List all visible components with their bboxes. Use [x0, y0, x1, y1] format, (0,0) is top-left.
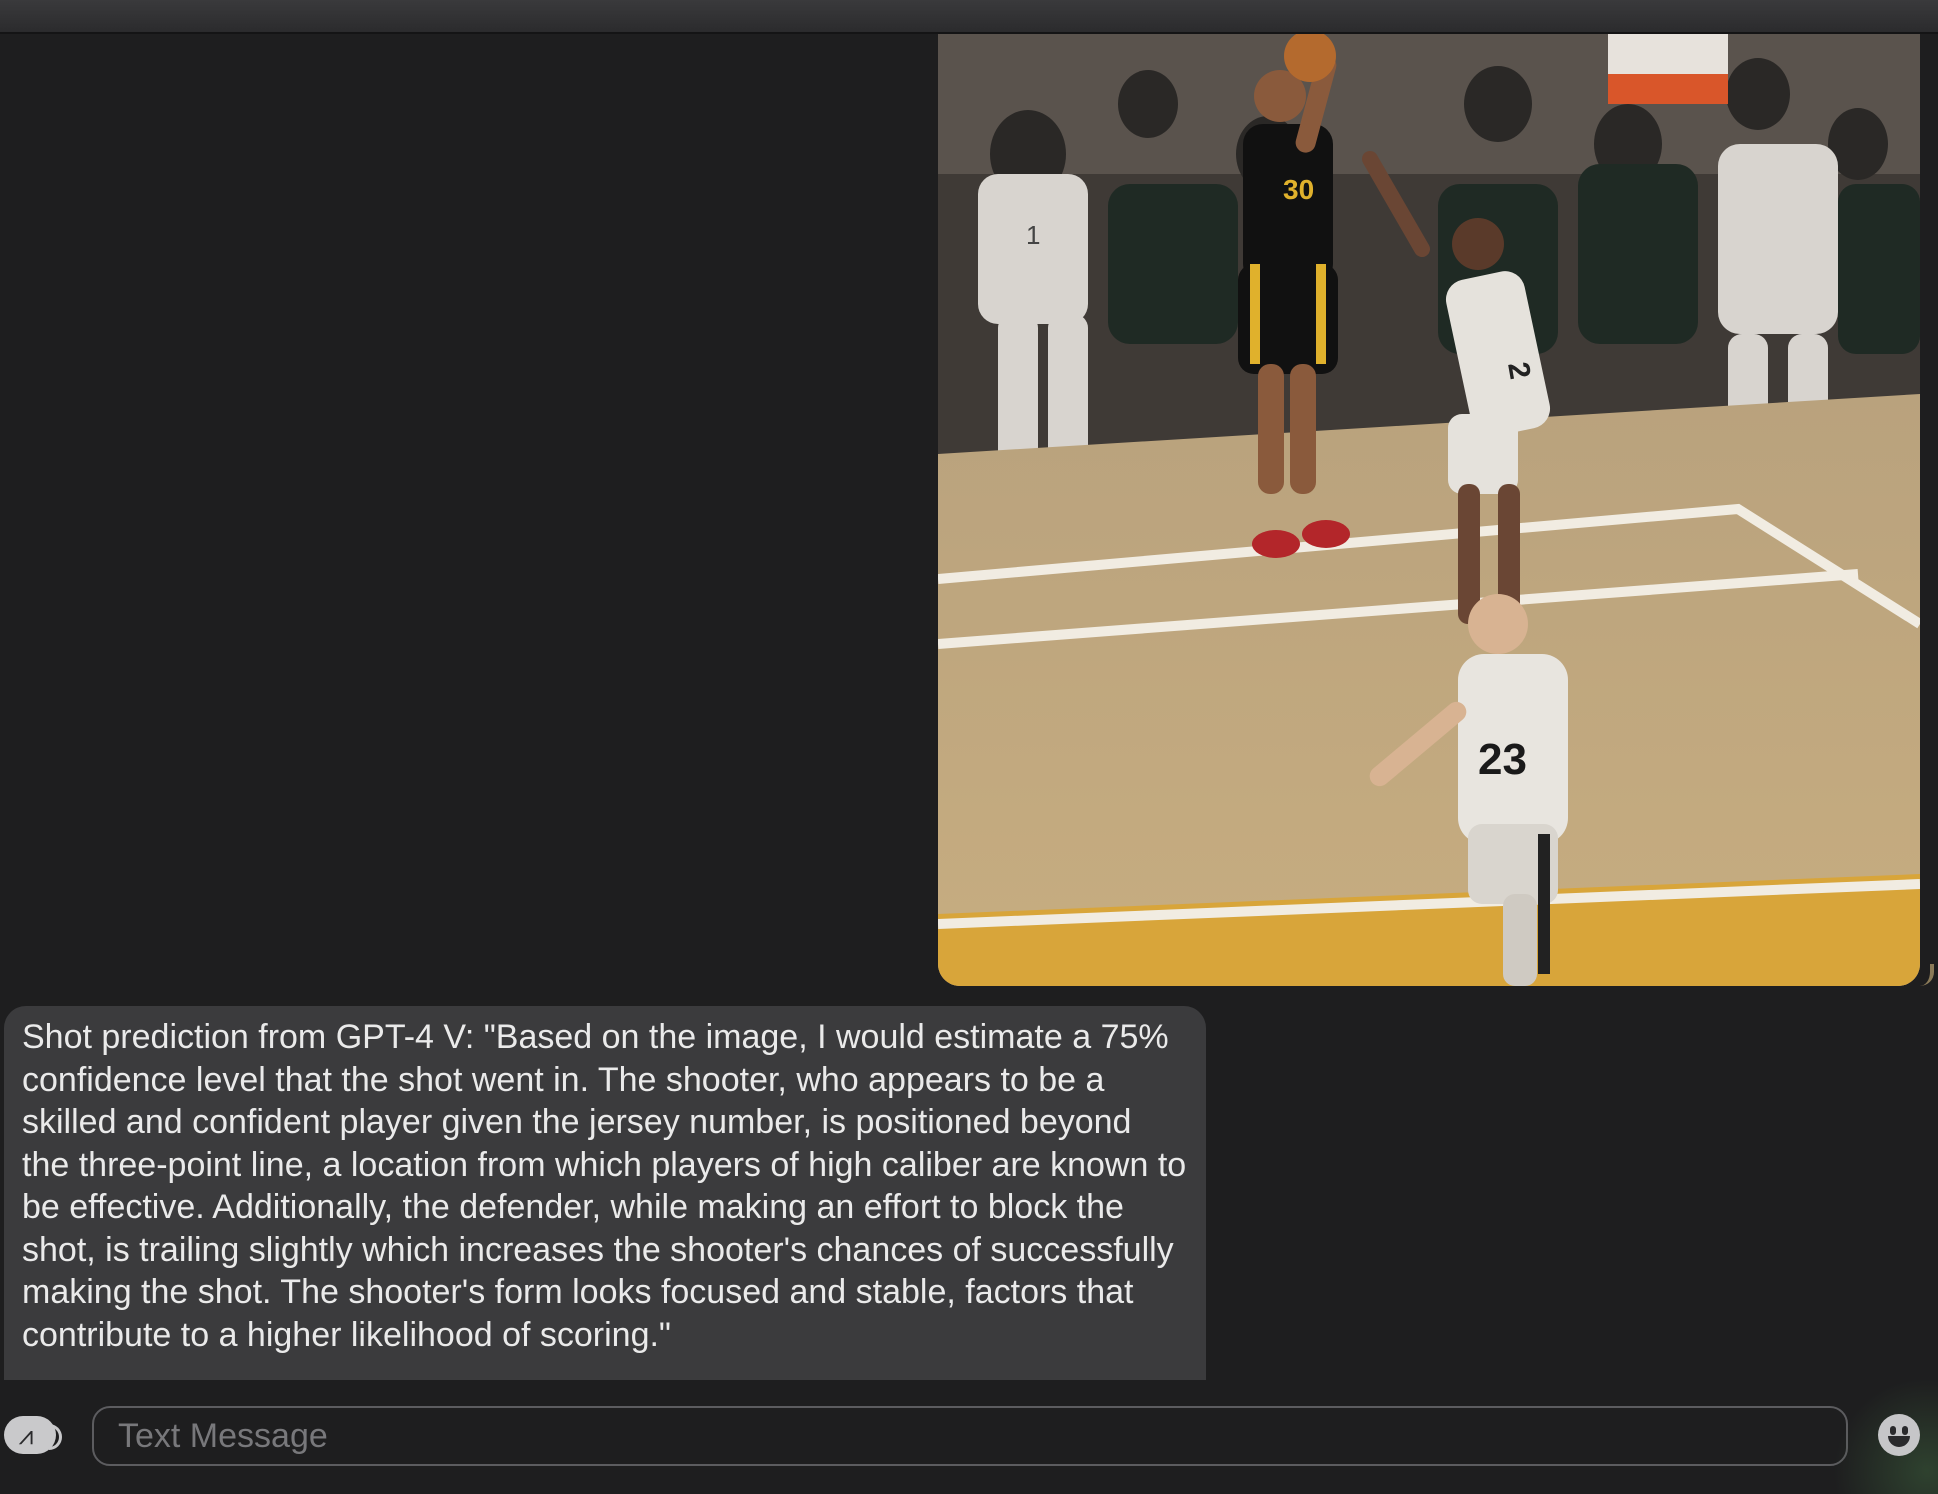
received-message-bubble[interactable]: Shot prediction from GPT-4 V: "Based on … — [4, 1006, 1206, 1380]
text-message-field-container — [92, 1406, 1848, 1466]
image-message[interactable]: 30 1 2 23 — [938, 34, 1920, 986]
window-title-bar — [0, 0, 1938, 34]
defender-23-jersey-number: 23 — [1478, 735, 1527, 784]
emoji-icon-eye — [1902, 1426, 1908, 1435]
message-text: Shot prediction from GPT-4 V: "Based on … — [22, 1018, 1187, 1354]
image-bubble-tail — [1912, 964, 1934, 986]
emoji-icon — [1890, 1426, 1896, 1435]
basketball-photo: 30 1 2 23 — [938, 34, 1920, 986]
text-message-input[interactable] — [94, 1408, 1846, 1464]
shooter-jersey-number: 30 — [1283, 174, 1314, 205]
message-composer: ⩘ — [0, 1380, 1938, 1494]
emoji-icon-mouth — [1888, 1436, 1910, 1447]
emoji-button[interactable] — [1878, 1414, 1920, 1456]
app-store-icon: ⩘ — [18, 1420, 34, 1450]
app-store-button[interactable]: ⩘ — [4, 1416, 62, 1454]
bench-jersey-number: 1 — [1026, 220, 1040, 250]
conversation-transcript[interactable]: 30 1 2 23 Shot prediction from GPT-4 V: … — [0, 34, 1938, 1380]
